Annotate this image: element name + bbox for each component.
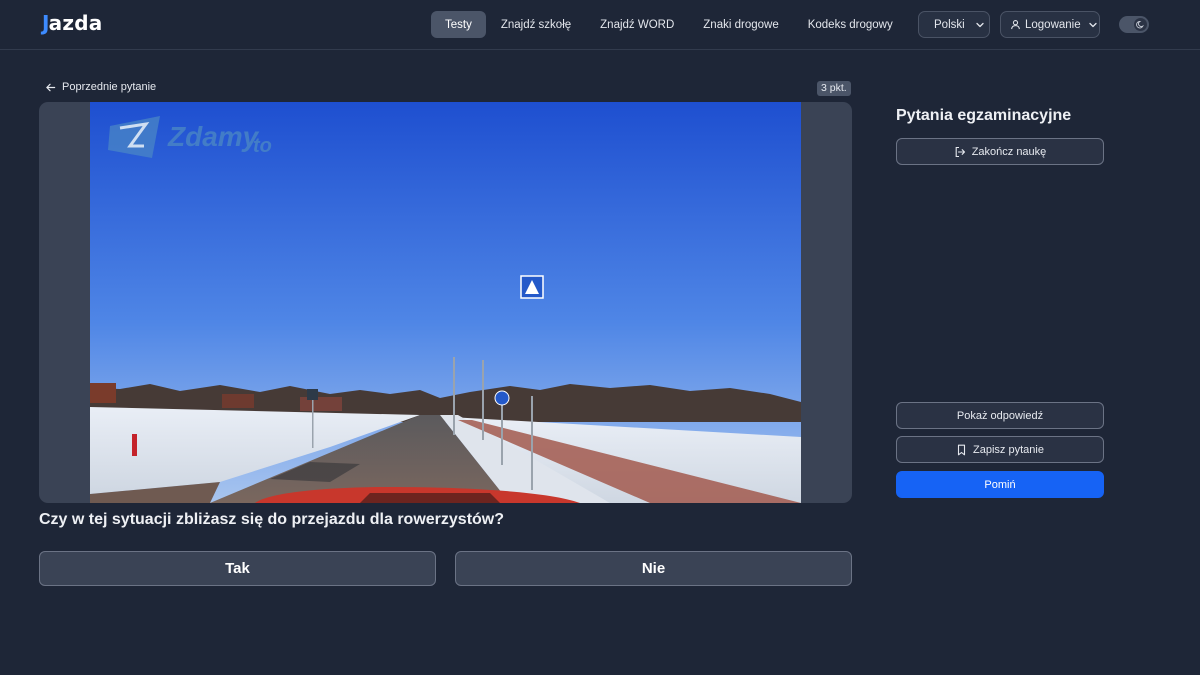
logo-text: azda bbox=[48, 11, 103, 35]
logout-icon bbox=[955, 146, 965, 157]
chevron-down-icon bbox=[976, 22, 984, 27]
end-study-label: Zakończ naukę bbox=[971, 145, 1047, 158]
answer-yes-button[interactable]: Tak bbox=[39, 551, 436, 586]
chevron-down-icon bbox=[1088, 22, 1097, 27]
toggle-knob bbox=[1134, 18, 1147, 31]
login-label: Logowanie bbox=[1025, 18, 1081, 31]
nav-find-school[interactable]: Znajdź szkołę bbox=[487, 11, 585, 38]
nav-tests[interactable]: Testy bbox=[431, 11, 486, 38]
watermark-logo: Zdamy to bbox=[108, 116, 272, 158]
arrow-left-icon bbox=[46, 83, 56, 91]
previous-question-link[interactable]: Poprzednie pytanie bbox=[45, 81, 156, 93]
top-navbar: Jazda Testy Znajdź szkołę Znajdź WORD Zn… bbox=[0, 0, 1200, 50]
language-select[interactable]: Polski bbox=[918, 11, 990, 38]
scrollbar[interactable] bbox=[1188, 50, 1200, 675]
skip-button[interactable]: Pomiń bbox=[896, 471, 1104, 498]
watermark-text: Zdamy bbox=[167, 121, 260, 152]
question-media: Zdamy to bbox=[39, 102, 852, 503]
user-icon bbox=[1011, 20, 1020, 30]
main-nav: Testy Znajdź szkołę Znajdź WORD Znaki dr… bbox=[431, 11, 960, 38]
theme-toggle[interactable] bbox=[1119, 16, 1149, 33]
answer-no-button[interactable]: Nie bbox=[455, 551, 852, 586]
sidebar-title: Pytania egzaminacyjne bbox=[896, 107, 1072, 124]
watermark-suffix: to bbox=[253, 135, 272, 157]
nav-traffic-code[interactable]: Kodeks drogowy bbox=[794, 11, 907, 38]
logo[interactable]: Jazda bbox=[42, 11, 102, 35]
question-image: Zdamy to bbox=[90, 102, 801, 503]
show-answer-button[interactable]: Pokaż odpowiedź bbox=[896, 402, 1104, 429]
end-study-button[interactable]: Zakończ naukę bbox=[896, 138, 1104, 165]
bookmark-icon bbox=[957, 444, 966, 455]
moon-icon bbox=[1136, 20, 1144, 29]
language-label: Polski bbox=[934, 18, 965, 31]
points-badge: 3 pkt. bbox=[817, 81, 851, 96]
save-question-button[interactable]: Zapisz pytanie bbox=[896, 436, 1104, 463]
previous-question-label: Poprzednie pytanie bbox=[62, 81, 157, 93]
nav-road-signs[interactable]: Znaki drogowe bbox=[689, 11, 792, 38]
save-question-label: Zapisz pytanie bbox=[973, 443, 1044, 456]
nav-find-word[interactable]: Znajdź WORD bbox=[586, 11, 688, 38]
login-dropdown[interactable]: Logowanie bbox=[1000, 11, 1100, 38]
question-text: Czy w tej sytuacji zbliżasz się do przej… bbox=[39, 511, 505, 528]
